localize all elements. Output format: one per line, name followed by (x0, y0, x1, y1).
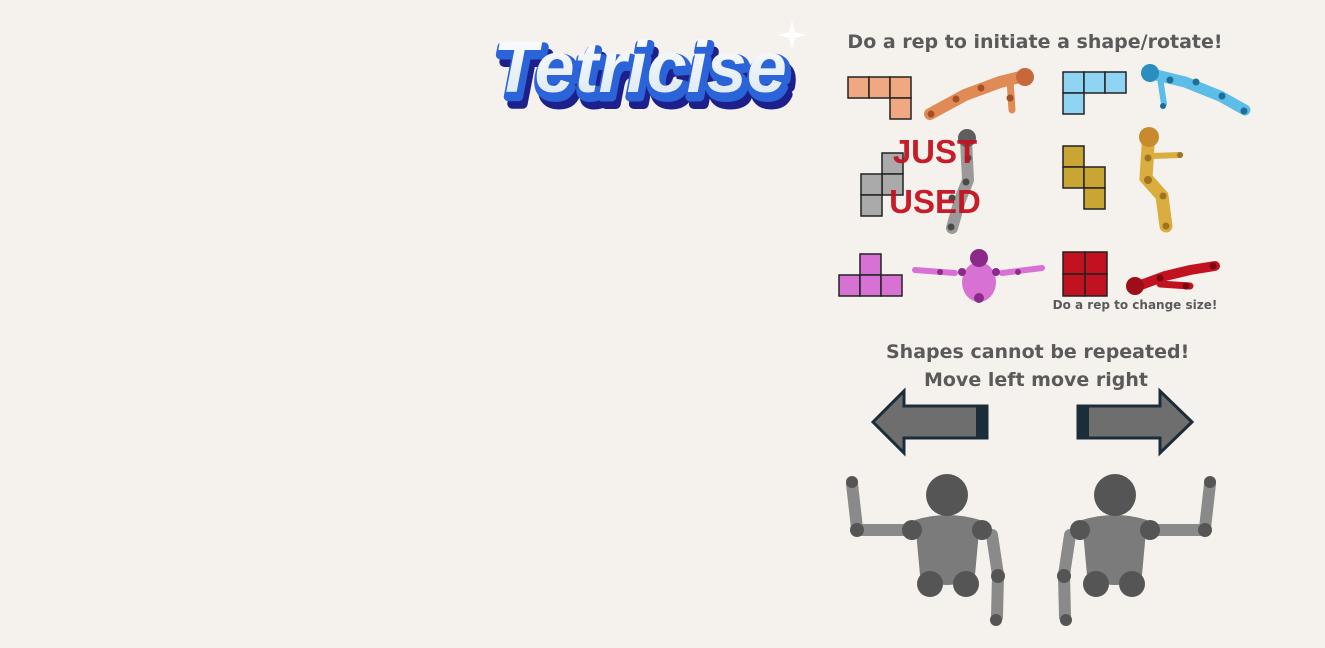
shape-exercise-grid (838, 64, 1251, 626)
arrow-right-icon (1076, 387, 1195, 457)
z-piece-icon (1062, 145, 1106, 210)
plank-figure-icon (924, 68, 1034, 120)
lean-right-figure-icon (1057, 474, 1216, 626)
s-piece-icon (860, 152, 904, 217)
o-piece-icon (1062, 251, 1108, 297)
j-piece-icon (1062, 71, 1127, 115)
squat-figure-icon (1139, 127, 1183, 233)
superman-figure-icon (1141, 64, 1251, 116)
l-piece-icon (847, 76, 912, 120)
lean-left-figure-icon (846, 474, 1005, 626)
lying-figure-icon (1126, 261, 1220, 295)
instruction-change-size: Do a rep to change size! (1052, 298, 1218, 312)
instruction-no-repeat: Shapes cannot be repeated! (886, 341, 1190, 363)
instruction-move: Move left move right (923, 369, 1149, 391)
t-piece-icon (838, 253, 903, 297)
arms-out-figure-icon (912, 249, 1045, 303)
squat-side-figure-icon (946, 129, 976, 234)
arrow-left-icon (870, 387, 989, 457)
